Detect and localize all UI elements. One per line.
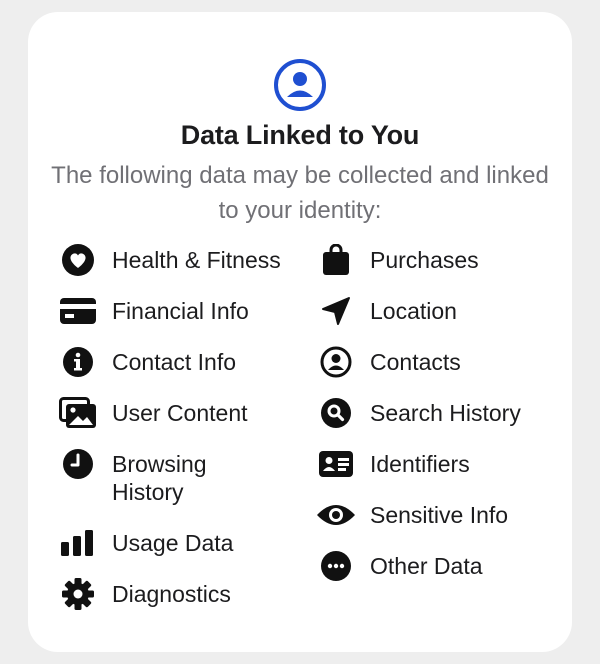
item-label: Identifiers — [370, 451, 470, 477]
list-item-purchases: Purchases — [316, 244, 566, 275]
card-subtitle: The following data may be collected and … — [51, 162, 549, 224]
item-label: Usage Data — [112, 530, 234, 556]
location-arrow-icon — [316, 297, 356, 325]
card-title: Data Linked to You — [180, 120, 420, 150]
list-item-browsing-history: Browsing History — [58, 449, 298, 506]
item-label: Location — [370, 298, 457, 324]
person-circle-icon — [316, 346, 356, 378]
item-label: Other Data — [370, 553, 483, 579]
list-item-contacts: Contacts — [316, 346, 566, 378]
list-item-contact-info: Contact Info — [58, 347, 298, 377]
item-label: Browsing History — [112, 451, 207, 505]
list-item-search-history: Search History — [316, 398, 566, 428]
person-circle-icon — [274, 59, 326, 111]
gear-icon — [58, 578, 98, 610]
shopping-bag-icon — [316, 244, 356, 275]
item-label: Contacts — [370, 349, 461, 375]
item-label: Financial Info — [112, 298, 249, 324]
item-label: User Content — [112, 400, 248, 426]
eye-icon — [316, 501, 356, 529]
item-label: Sensitive Info — [370, 502, 509, 528]
list-item-sensitive-info: Sensitive Info — [316, 501, 566, 529]
list-item-diagnostics: Diagnostics — [58, 578, 298, 610]
id-card-icon — [316, 450, 356, 478]
magnifying-glass-icon — [316, 398, 356, 428]
list-item-location: Location — [316, 297, 566, 325]
list-item-identifiers: Identifiers — [316, 450, 566, 478]
item-label: Search History — [370, 400, 521, 426]
info-icon — [58, 347, 98, 377]
list-item-other-data: Other Data — [316, 551, 566, 581]
clock-icon — [58, 449, 98, 479]
photos-icon — [58, 397, 98, 428]
ellipsis-circle-icon — [316, 551, 356, 581]
credit-card-icon — [58, 297, 98, 325]
heart-icon — [58, 244, 98, 276]
list-item-user-content: User Content — [58, 397, 298, 428]
list-item-health-fitness: Health & Fitness — [58, 244, 298, 276]
list-item-usage-data: Usage Data — [58, 529, 298, 557]
item-label: Purchases — [370, 247, 479, 273]
left-data-list: Health & Fitness Financial Info Contact … — [58, 244, 298, 631]
bar-chart-icon — [58, 529, 98, 557]
right-data-list: Purchases Location Contacts Search Histo… — [316, 244, 566, 603]
list-item-financial-info: Financial Info — [58, 297, 298, 325]
item-label: Contact Info — [112, 349, 237, 375]
privacy-card: Data Linked to You The following data ma… — [28, 12, 572, 652]
item-label: Diagnostics — [112, 581, 231, 607]
item-label: Health & Fitness — [112, 247, 281, 273]
